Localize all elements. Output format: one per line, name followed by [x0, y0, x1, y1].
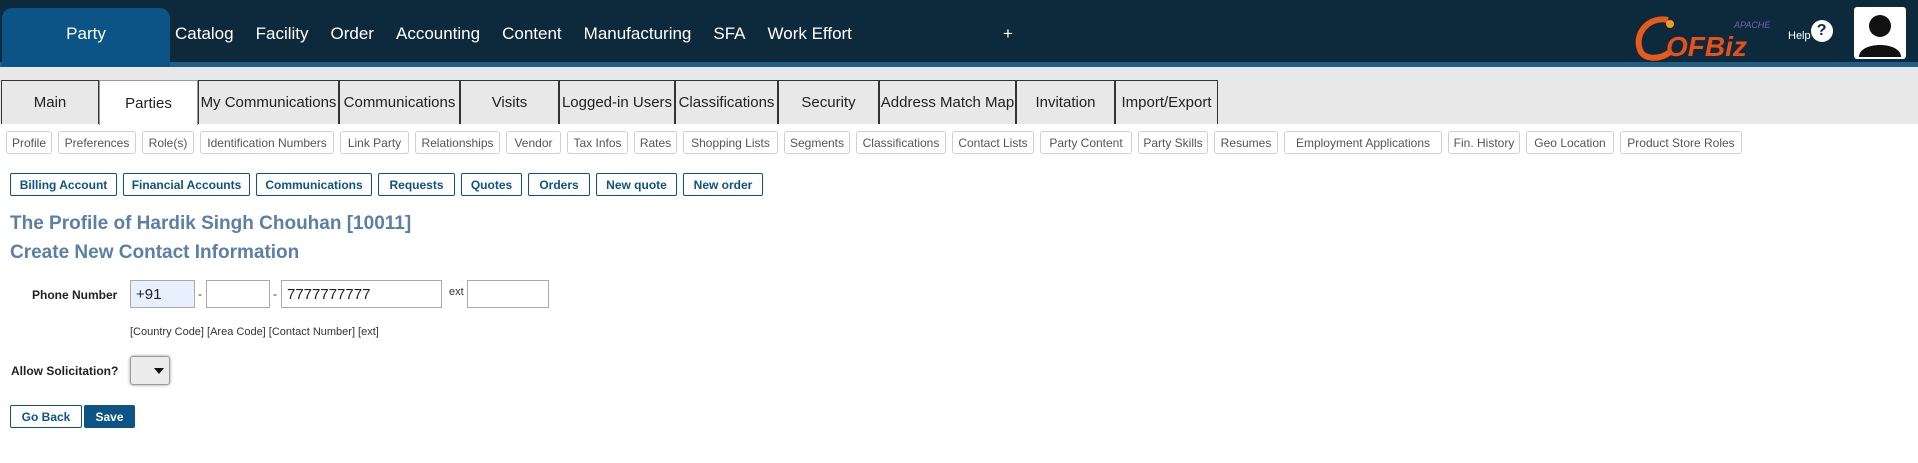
nav-roles[interactable]: Role(s) [142, 131, 194, 154]
new-order-button[interactable]: New order [683, 173, 763, 196]
tab-security[interactable]: Security [778, 80, 879, 124]
tab-main[interactable]: Main [1, 80, 99, 124]
orders-button[interactable]: Orders [528, 173, 590, 196]
app-menu-facility[interactable]: Facility [256, 24, 309, 44]
nav-vendor[interactable]: Vendor [506, 131, 561, 154]
app-menu-content[interactable]: Content [502, 24, 562, 44]
user-avatar[interactable] [1854, 7, 1906, 59]
tab-my-communications[interactable]: My Communications [198, 80, 339, 124]
help[interactable]: Help ? [1788, 20, 1833, 42]
nav-tax-infos[interactable]: Tax Infos [567, 131, 628, 154]
app-menu-manufacturing[interactable]: Manufacturing [584, 24, 692, 44]
nav-preferences[interactable]: Preferences [58, 131, 136, 154]
billing-account-button[interactable]: Billing Account [10, 173, 117, 196]
nav-segments[interactable]: Segments [784, 131, 850, 154]
ofbiz-logo[interactable]: APACHE OFBiz [1630, 12, 1771, 66]
app-menu: Catalog Facility Order Accounting Conten… [175, 24, 874, 44]
tab-classifications[interactable]: Classifications [675, 80, 778, 124]
help-icon[interactable]: ? [1810, 20, 1833, 42]
app-menu-catalog[interactable]: Catalog [175, 24, 234, 44]
nav-rates[interactable]: Rates [634, 131, 677, 154]
tab-visits[interactable]: Visits [460, 80, 559, 124]
nav-party-skills[interactable]: Party Skills [1138, 131, 1208, 154]
phone-number-label: Phone Number [32, 288, 118, 302]
tab-address-match-map[interactable]: Address Match Map [879, 80, 1016, 124]
tab-logged-in-users[interactable]: Logged-in Users [559, 80, 675, 124]
ext-input[interactable] [467, 280, 549, 308]
nav-product-store-roles[interactable]: Product Store Roles [1620, 131, 1742, 154]
dash-separator: - [273, 287, 277, 301]
add-app-button[interactable]: + [1003, 24, 1013, 44]
nav-relationships[interactable]: Relationships [415, 131, 500, 154]
nav-geo-location[interactable]: Geo Location [1526, 131, 1614, 154]
nav-classifications[interactable]: Classifications [856, 131, 946, 154]
allow-solicitation-select[interactable] [130, 356, 170, 385]
nav-employment-applications[interactable]: Employment Applications [1284, 131, 1442, 154]
chevron-down-icon [154, 368, 164, 374]
app-menu-order[interactable]: Order [331, 24, 374, 44]
nav-party-content[interactable]: Party Content [1040, 131, 1132, 154]
save-button[interactable]: Save [84, 405, 135, 428]
country-code-input[interactable]: +91 [130, 280, 195, 308]
nav-profile[interactable]: Profile [6, 131, 52, 154]
quotes-button[interactable]: Quotes [461, 173, 522, 196]
nav-shopping-lists[interactable]: Shopping Lists [683, 131, 778, 154]
nav-fin-history[interactable]: Fin. History [1448, 131, 1520, 154]
tab-invitation[interactable]: Invitation [1016, 80, 1115, 124]
nav-identification-numbers[interactable]: Identification Numbers [200, 131, 334, 154]
dash-separator: - [198, 287, 202, 301]
logo-apache-text: APACHE [1733, 20, 1770, 30]
nav-resumes[interactable]: Resumes [1214, 131, 1278, 154]
requests-button[interactable]: Requests [378, 173, 455, 196]
financial-accounts-button[interactable]: Financial Accounts [123, 173, 250, 196]
app-menu-accounting[interactable]: Accounting [396, 24, 480, 44]
tab-parties[interactable]: Parties [99, 80, 198, 125]
page-title: The Profile of Hardik Singh Chouhan [100… [10, 213, 412, 234]
tab-import-export[interactable]: Import/Export [1115, 80, 1218, 124]
page-subtitle: Create New Contact Information [10, 242, 300, 263]
nav-link-party[interactable]: Link Party [340, 131, 409, 154]
ext-label: ext [449, 286, 464, 298]
app-menu-sfa[interactable]: SFA [713, 24, 745, 44]
app-menu-work-effort[interactable]: Work Effort [768, 24, 852, 44]
logo-ofbiz-text: OFBiz [1666, 31, 1747, 62]
nav-contact-lists[interactable]: Contact Lists [952, 131, 1034, 154]
allow-solicitation-label: Allow Solicitation? [11, 364, 119, 378]
phone-format-hint: [Country Code] [Area Code] [Contact Numb… [130, 326, 379, 338]
help-label[interactable]: Help [1788, 30, 1811, 42]
contact-number-input[interactable]: 7777777777 [281, 280, 442, 308]
app-tab-party[interactable]: Party [2, 8, 170, 76]
communications-button[interactable]: Communications [256, 173, 372, 196]
tab-communications[interactable]: Communications [339, 80, 460, 124]
new-quote-button[interactable]: New quote [596, 173, 677, 196]
go-back-button[interactable]: Go Back [10, 405, 82, 428]
area-code-input[interactable] [206, 280, 270, 308]
